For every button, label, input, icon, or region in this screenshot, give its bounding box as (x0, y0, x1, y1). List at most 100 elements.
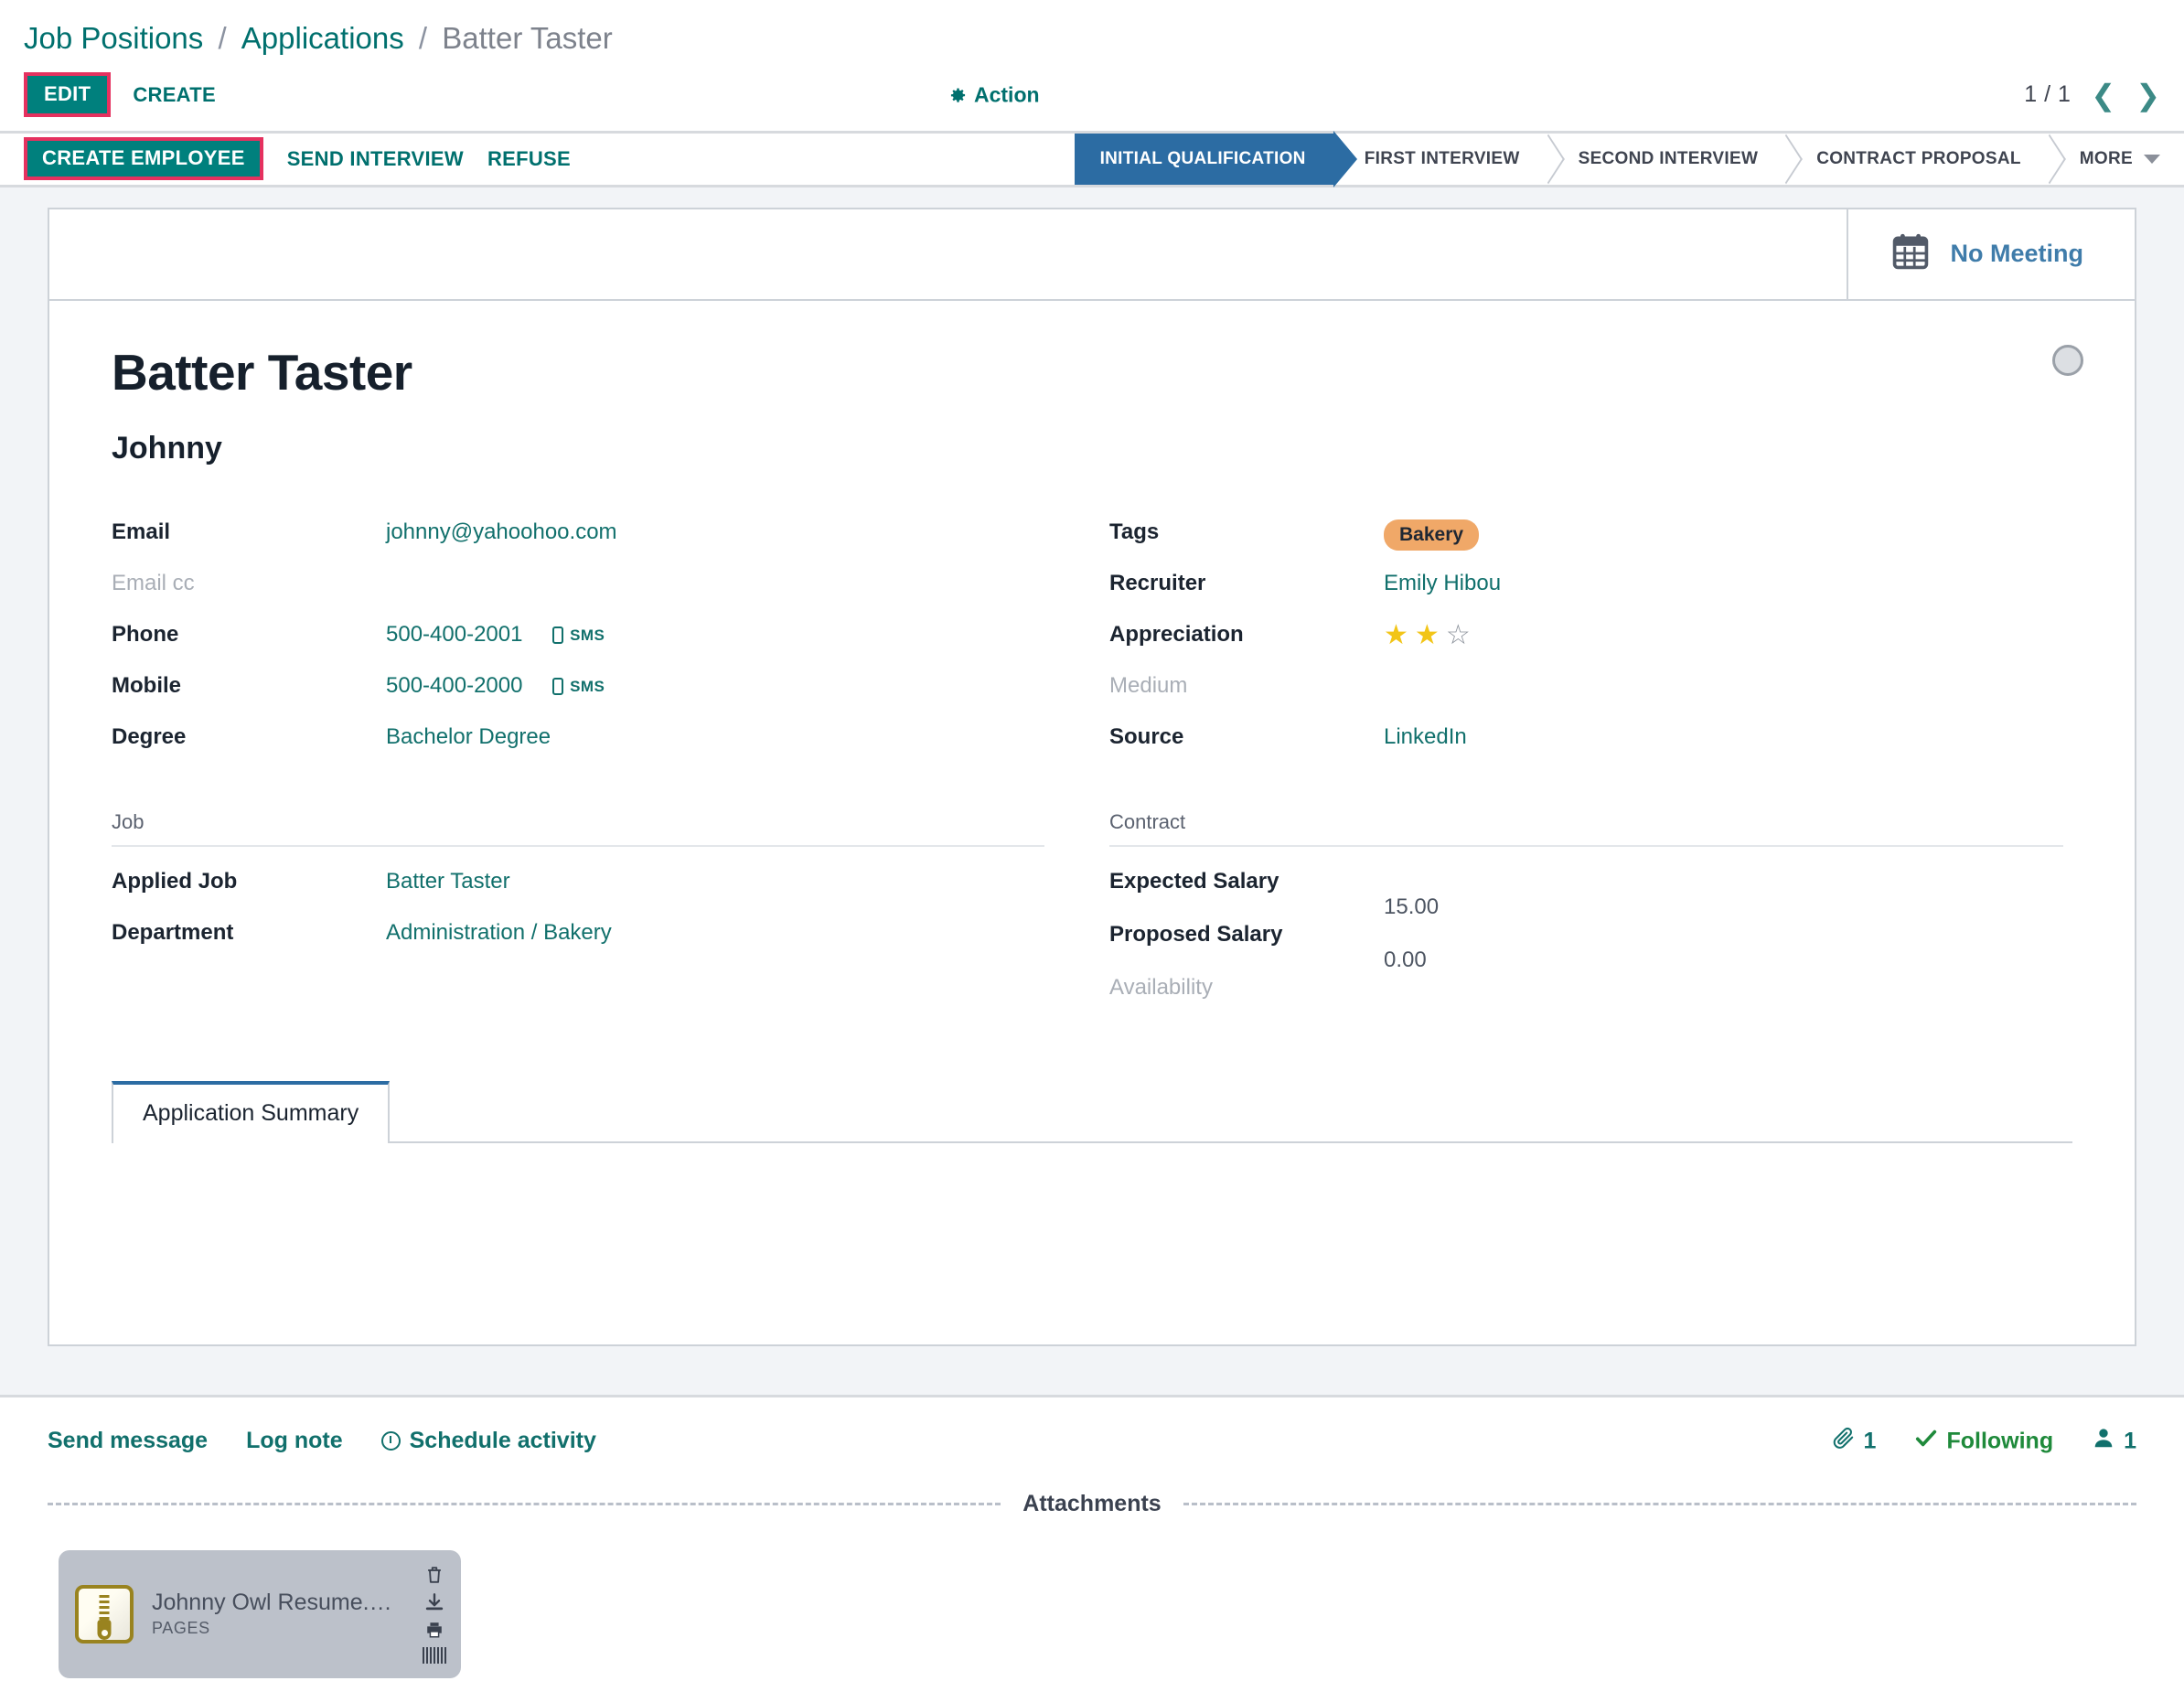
attachment-count-value: 1 (1863, 1428, 1877, 1454)
paperclip-icon (1832, 1426, 1856, 1456)
control-panel: EDIT CREATE Action 1 / 1 ❮ ❯ (0, 70, 2184, 120)
kanban-state-indicator[interactable] (2052, 344, 2083, 376)
field-phone: Phone 500-400-2001 SMS (112, 620, 1044, 671)
field-phone-value[interactable]: 500-400-2001 (386, 622, 522, 647)
field-mobile-value-wrap: 500-400-2000 SMS (386, 671, 605, 699)
pager-next-icon[interactable]: ❯ (2136, 80, 2160, 110)
create-button[interactable]: CREATE (133, 84, 216, 105)
trash-icon[interactable] (424, 1565, 444, 1590)
field-proposed-salary-value[interactable]: 0.00 (1384, 920, 1427, 973)
notebook-tab-panel[interactable] (112, 1143, 2072, 1317)
field-department-label: Department (112, 920, 234, 946)
zip-teeth-icon (99, 1594, 110, 1622)
field-email-cc: Email cc (112, 569, 1044, 620)
top-bar: Job Positions / Applications / Batter Ta… (0, 0, 2184, 57)
mobile-sms-button[interactable]: SMS (552, 678, 605, 696)
create-employee-button[interactable]: CREATE EMPLOYEE (24, 137, 263, 181)
log-note-button[interactable]: Log note (246, 1428, 343, 1454)
field-applied-job-label: Applied Job (112, 869, 238, 894)
stage-initial-qualification[interactable]: INITIAL QUALIFICATION (1074, 133, 1333, 185)
print-icon[interactable] (424, 1620, 444, 1644)
tab-application-summary[interactable]: Application Summary (112, 1081, 391, 1144)
refuse-button[interactable]: REFUSE (487, 148, 571, 169)
field-mobile-value[interactable]: 500-400-2000 (386, 673, 522, 698)
field-phone-label: Phone (112, 622, 179, 648)
field-proposed-salary: Proposed Salary 0.00 (1109, 920, 2063, 973)
breadcrumb-separator-1: / (218, 21, 227, 55)
send-interview-button[interactable]: SEND INTERVIEW (287, 148, 464, 169)
breadcrumb-applications[interactable]: Applications (241, 21, 404, 55)
field-applied-job-value[interactable]: Batter Taster (386, 867, 510, 894)
followers-button[interactable]: 1 (2092, 1426, 2136, 1456)
field-email-value[interactable]: johnny@yahoohoo.com (386, 518, 617, 545)
following-button[interactable]: Following (1914, 1426, 2053, 1456)
stage-more-label: MORE (2079, 148, 2133, 168)
field-source-value[interactable]: LinkedIn (1384, 723, 1467, 750)
divider-line-left (48, 1502, 1001, 1505)
breadcrumb-job-positions[interactable]: Job Positions (24, 21, 203, 55)
barcode-icon[interactable] (423, 1646, 446, 1664)
archive-file-icon (75, 1584, 134, 1644)
divider-line-right (1183, 1502, 2137, 1505)
edit-button[interactable]: EDIT (24, 72, 112, 118)
field-department-value[interactable]: Administration / Bakery (386, 918, 612, 946)
field-expected-salary-label: Expected Salary (1109, 869, 1279, 894)
field-appreciation-label: Appreciation (1109, 622, 1244, 648)
download-icon[interactable] (424, 1592, 444, 1617)
phone-sms-label: SMS (570, 626, 605, 644)
calendar-icon (1890, 231, 1931, 276)
attachment-card[interactable]: Johnny Owl Resume.pages PAGES (59, 1549, 461, 1678)
stage-contract-proposal[interactable]: CONTRACT PROPOSAL (1785, 133, 2049, 185)
follower-count-value: 1 (2124, 1428, 2136, 1454)
field-applied-job: Applied Job Batter Taster (112, 867, 1044, 918)
field-recruiter-label: Recruiter (1109, 571, 1206, 596)
send-message-button[interactable]: Send message (48, 1428, 208, 1454)
attachment-count-button[interactable]: 1 (1832, 1426, 1877, 1456)
chatter-meta: 1 Following 1 (1832, 1426, 2136, 1456)
field-degree-value[interactable]: Bachelor Degree (386, 723, 551, 750)
no-meeting-stat-button[interactable]: No Meeting (1846, 209, 2136, 299)
field-recruiter-value[interactable]: Emily Hibou (1384, 569, 1501, 596)
section-title-contract: Contract (1109, 810, 2063, 848)
attachment-actions (423, 1565, 446, 1664)
record-sheet: No Meeting Batter Taster Johnny Email jo… (48, 207, 2136, 1346)
action-menu-button[interactable]: Action (949, 82, 1040, 107)
field-email: Email johnny@yahoohoo.com (112, 518, 1044, 569)
breadcrumb: Job Positions / Applications / Batter Ta… (24, 20, 2184, 57)
notebook: Application Summary (112, 1081, 2072, 1317)
breadcrumb-separator-2: / (418, 21, 428, 55)
field-tags-label: Tags (1109, 519, 1160, 545)
field-availability-label: Availability (1109, 975, 1213, 1001)
star-icon-1[interactable]: ★ (1384, 622, 1408, 649)
field-expected-salary: Expected Salary 15.00 (1109, 867, 2063, 920)
field-proposed-salary-label: Proposed Salary (1109, 922, 1283, 948)
stage-pipeline: INITIAL QUALIFICATION FIRST INTERVIEW SE… (1074, 133, 2184, 185)
schedule-activity-button[interactable]: Schedule activity (380, 1428, 596, 1454)
page-title: Batter Taster (112, 343, 412, 401)
tag-bakery[interactable]: Bakery (1384, 519, 1480, 551)
field-expected-salary-value[interactable]: 15.00 (1384, 867, 1439, 920)
star-rating[interactable]: ★ ★ ☆ (1384, 622, 1471, 649)
clock-icon (380, 1431, 401, 1451)
stage-first-interview[interactable]: FIRST INTERVIEW (1333, 133, 1547, 185)
stage-second-interview[interactable]: SECOND INTERVIEW (1547, 133, 1786, 185)
attachment-filetype: PAGES (152, 1619, 210, 1638)
workflow-buttons: CREATE EMPLOYEE SEND INTERVIEW REFUSE (0, 134, 1075, 185)
star-icon-2[interactable]: ★ (1415, 622, 1440, 649)
gear-icon (949, 86, 967, 103)
no-meeting-label: No Meeting (1950, 240, 2084, 268)
star-icon-3[interactable]: ☆ (1446, 622, 1471, 649)
pager-count: 1 / 1 (2024, 81, 2072, 108)
chatter-toolbar: Send message Log note Schedule activity … (48, 1397, 2136, 1485)
phone-sms-button[interactable]: SMS (552, 626, 605, 645)
field-degree: Degree Bachelor Degree (112, 723, 1044, 774)
pager-previous-icon[interactable]: ❮ (2091, 80, 2115, 110)
form-view-body: No Meeting Batter Taster Johnny Email jo… (0, 187, 2184, 1395)
stage-more-dropdown[interactable]: MORE (2048, 133, 2184, 185)
field-tags: Tags Bakery (1109, 518, 2063, 569)
pager: 1 / 1 ❮ ❯ (2024, 80, 2160, 110)
chatter: Send message Log note Schedule activity … (0, 1394, 2184, 1678)
mobile-phone-icon (552, 626, 564, 645)
stat-button-bar: No Meeting (49, 209, 2135, 301)
action-label: Action (974, 82, 1040, 107)
